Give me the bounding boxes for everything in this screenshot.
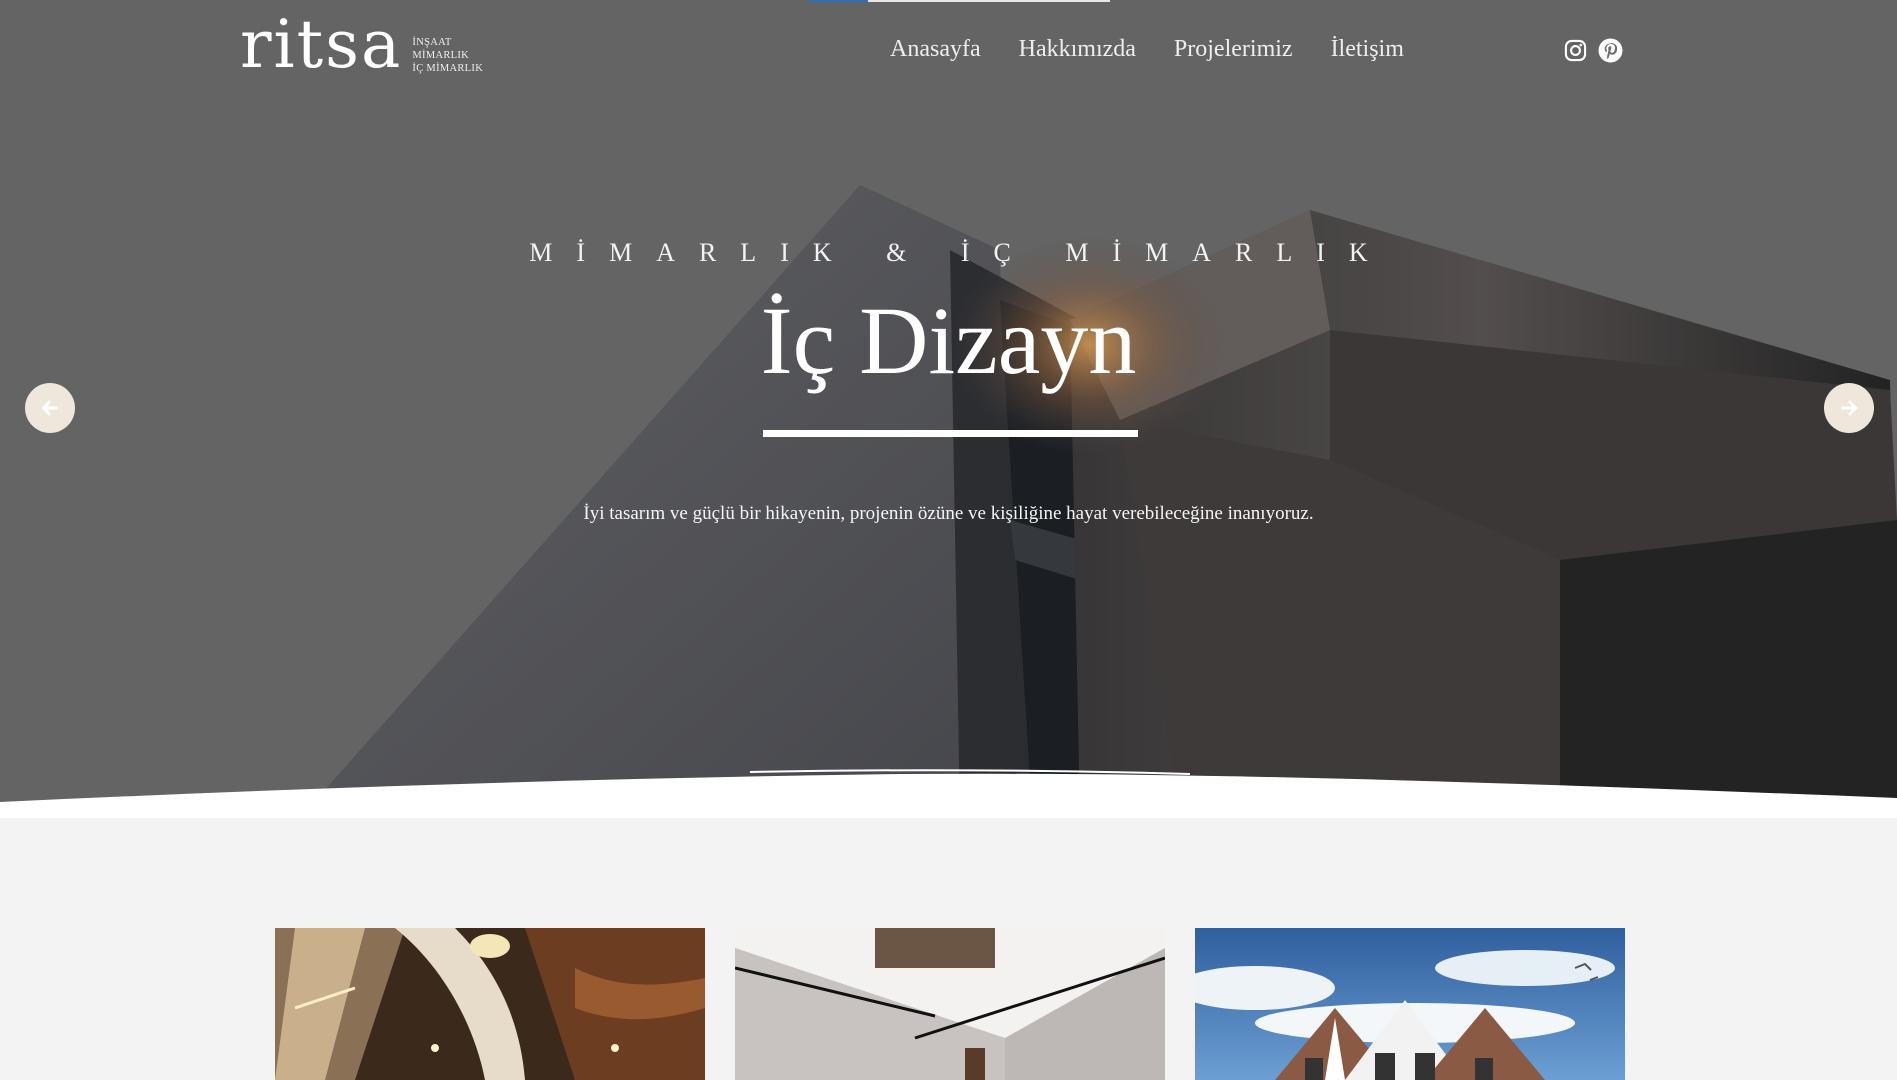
- nav-item-projelerimiz[interactable]: Projelerimiz: [1174, 36, 1293, 63]
- arrow-right-icon: [1841, 400, 1858, 416]
- hero-background-image: [0, 0, 1897, 818]
- project-card[interactable]: [735, 928, 1165, 1080]
- interior-room-image: [735, 928, 1165, 1080]
- interior-atrium-image: [275, 928, 705, 1080]
- project-card[interactable]: [275, 928, 705, 1080]
- project-cards: [275, 928, 1625, 1080]
- social-links: [1563, 38, 1623, 63]
- slider-next-button[interactable]: [1824, 383, 1874, 433]
- nav-item-anasayfa[interactable]: Anasayfa: [890, 36, 981, 63]
- brand-tagline-line: İÇ MİMARLIK: [412, 62, 484, 74]
- nav-item-hakkimizda[interactable]: Hakkımızda: [1019, 36, 1136, 63]
- brand-tagline: İNŞAAT MİMARLIK İÇ MİMARLIK: [412, 36, 483, 75]
- hero-title: İç Dizayn: [760, 287, 1137, 394]
- nav-item-iletisim[interactable]: İletişim: [1331, 36, 1404, 63]
- brand-name: ritsa: [240, 6, 403, 83]
- hero-kicker: MİMARLIK & İÇ MİMARLIK: [529, 238, 1392, 267]
- house-exterior-image: [1195, 928, 1625, 1080]
- hero-divider: [763, 430, 1138, 437]
- brand-tagline-line: MİMARLIK: [412, 49, 470, 61]
- brand-tagline-line: İNŞAAT: [412, 36, 452, 48]
- hero-description: İyi tasarım ve güçlü bir hikayenin, proj…: [583, 503, 1314, 524]
- slider-progress-fill: [808, 0, 869, 2]
- main-nav: Anasayfa Hakkımızda Projelerimiz İletişi…: [890, 36, 1442, 63]
- arrow-left-icon: [41, 400, 58, 416]
- hero-section: ritsa İNŞAAT MİMARLIK İÇ MİMARLIK Anasay…: [0, 0, 1897, 818]
- pinterest-icon[interactable]: [1598, 38, 1623, 63]
- instagram-icon[interactable]: [1563, 38, 1588, 63]
- brand-logo[interactable]: ritsa İNŞAAT MİMARLIK İÇ MİMARLIK: [240, 6, 483, 84]
- hero-bottom-wave: [0, 769, 1897, 818]
- slider-prev-button[interactable]: [25, 383, 75, 433]
- slider-progress-track: [808, 0, 1110, 2]
- project-card[interactable]: [1195, 928, 1625, 1080]
